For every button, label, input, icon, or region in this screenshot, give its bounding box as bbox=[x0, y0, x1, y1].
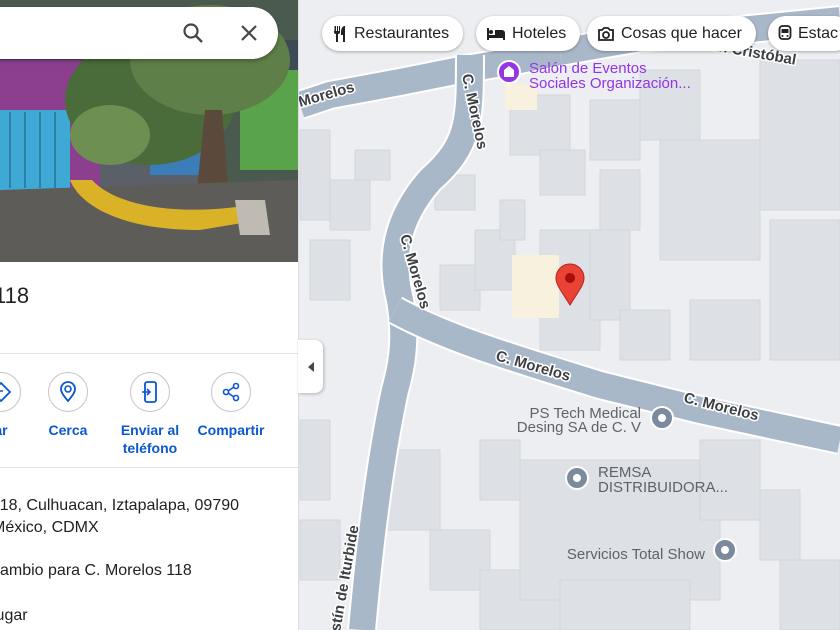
place-panel: 118 ar Cerca Enviar al teléfono Comparti… bbox=[0, 0, 299, 630]
chip-restaurants[interactable]: Restaurantes bbox=[322, 16, 464, 51]
chip-label: Restaurantes bbox=[354, 24, 450, 42]
close-icon[interactable] bbox=[237, 21, 261, 45]
poi-label: DISTRIBUIDORA... bbox=[598, 479, 728, 496]
chip-transit[interactable]: Estac bbox=[768, 16, 840, 51]
directions-icon bbox=[0, 382, 11, 402]
send-to-phone-icon bbox=[142, 381, 157, 403]
add-place-link[interactable]: lugar bbox=[0, 605, 28, 627]
suggest-edit-link[interactable]: cambio para C. Morelos 118 bbox=[0, 560, 192, 582]
poi-label: Servicios Total Show bbox=[567, 546, 705, 563]
action-label: Compartir bbox=[197, 422, 265, 438]
nearby-button[interactable]: Cerca bbox=[23, 372, 113, 439]
divider bbox=[0, 353, 298, 354]
divider bbox=[0, 467, 298, 468]
chip-label: Estac bbox=[798, 24, 839, 42]
poi-label: Sociales Organización... bbox=[529, 75, 691, 92]
address-line-2[interactable]: México, CDMX bbox=[0, 517, 99, 539]
camera-icon bbox=[598, 26, 614, 41]
action-label: Enviar al teléfono bbox=[120, 422, 180, 456]
restaurant-icon bbox=[334, 25, 345, 42]
address-line-1[interactable]: 118, Culhuacan, Iztapalapa, 09790 bbox=[0, 495, 239, 517]
nearby-icon bbox=[60, 381, 76, 403]
chip-hotels[interactable]: Hoteles bbox=[476, 16, 581, 51]
action-label: Cerca bbox=[48, 422, 88, 438]
highlighted-parcel bbox=[512, 255, 559, 318]
search-icon[interactable] bbox=[181, 21, 205, 45]
transit-icon bbox=[778, 24, 792, 40]
collapse-panel-button[interactable] bbox=[298, 340, 323, 393]
chip-label: Hoteles bbox=[512, 24, 567, 42]
place-title: 118 bbox=[0, 283, 30, 308]
poi-label: Desing SA de C. V bbox=[517, 419, 641, 436]
hotel-icon bbox=[487, 27, 505, 40]
search-box[interactable] bbox=[0, 7, 278, 59]
chip-label: Cosas que hacer bbox=[621, 24, 742, 42]
chip-things-to-do[interactable]: Cosas que hacer bbox=[587, 16, 756, 51]
share-button[interactable]: Compartir bbox=[186, 372, 276, 439]
share-icon bbox=[222, 382, 240, 402]
send-to-phone-button[interactable]: Enviar al teléfono bbox=[105, 372, 195, 457]
chevron-left-icon bbox=[307, 361, 314, 372]
